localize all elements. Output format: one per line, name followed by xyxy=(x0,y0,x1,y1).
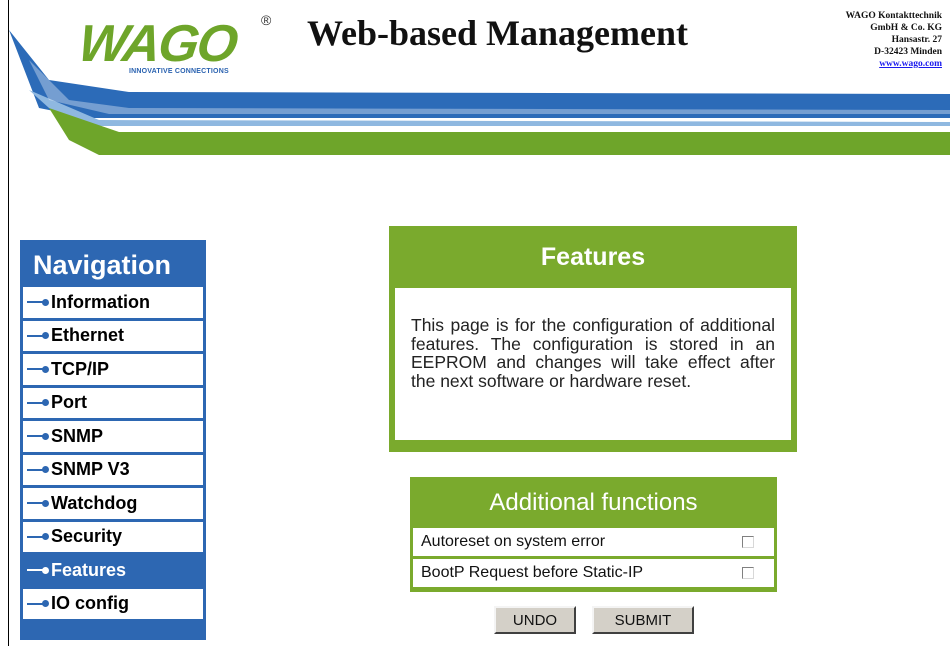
navigation-title: Navigation xyxy=(33,250,172,280)
address-line: Hansastr. 27 xyxy=(891,35,942,45)
nav-item-io-config[interactable]: IO config xyxy=(23,588,203,620)
features-description: This page is for the configuration of ad… xyxy=(395,288,791,440)
option-label: Autoreset on system error xyxy=(421,533,606,550)
nav-bullet-icon xyxy=(23,488,51,519)
address-line: WAGO Kontakttechnik xyxy=(845,11,942,21)
address-line: GmbH & Co. KG xyxy=(870,23,942,33)
company-address: WAGO Kontakttechnik GmbH & Co. KG Hansas… xyxy=(846,10,942,70)
address-line: D-32423 Minden xyxy=(874,47,942,57)
option-label: BootP Request before Static-IP xyxy=(421,564,644,581)
nav-bullet-icon xyxy=(23,555,51,586)
nav-item-label: TCP/IP xyxy=(51,358,110,379)
nav-item-label: Watchdog xyxy=(51,492,138,513)
bootp-checkbox[interactable] xyxy=(742,567,754,579)
autoreset-checkbox[interactable] xyxy=(742,536,754,548)
undo-button[interactable]: UNDO xyxy=(494,606,576,634)
nav-item-label: SNMP xyxy=(51,425,104,446)
app-title: Web-based Management xyxy=(307,13,688,53)
wago-logo[interactable]: WAGO ® INNOVATIVE CONNECTIONS xyxy=(75,12,279,80)
nav-bullet-icon xyxy=(23,388,51,419)
nav-item-snmp-v3[interactable]: SNMP V3 xyxy=(23,454,203,486)
nav-item-label: Security xyxy=(51,526,123,547)
nav-bullet-icon xyxy=(23,421,51,452)
nav-bullet-icon xyxy=(23,354,51,385)
header-banner: WAGO ® INNOVATIVE CONNECTIONS Web-based … xyxy=(9,0,950,160)
nav-item-information[interactable]: Information xyxy=(23,287,203,318)
navigation-panel: Navigation Information Ethernet TCP/IP P… xyxy=(20,240,206,640)
logo-wordmark: WAGO xyxy=(74,15,240,73)
option-row-bootp: BootP Request before Static-IP xyxy=(413,559,774,587)
nav-bullet-icon xyxy=(23,321,51,352)
nav-bullet-icon xyxy=(23,287,51,318)
additional-functions-title: Additional functions xyxy=(489,489,698,516)
nav-item-label: IO config xyxy=(51,593,129,614)
submit-button[interactable]: SUBMIT xyxy=(592,606,694,634)
option-row-autoreset: Autoreset on system error xyxy=(413,528,774,556)
nav-item-tcpip[interactable]: TCP/IP xyxy=(23,354,203,385)
nav-item-snmp[interactable]: SNMP xyxy=(23,421,203,452)
nav-item-ethernet[interactable]: Ethernet xyxy=(23,320,203,352)
website-link[interactable]: www.wago.com xyxy=(879,59,942,69)
nav-bullet-icon xyxy=(23,522,51,553)
nav-bullet-icon xyxy=(23,589,51,620)
registered-mark: ® xyxy=(261,12,272,28)
nav-item-label: Features xyxy=(51,559,127,580)
nav-item-label: SNMP V3 xyxy=(51,459,130,480)
additional-functions-panel: Additional functions Autoreset on system… xyxy=(410,477,777,592)
nav-item-watchdog[interactable]: Watchdog xyxy=(23,488,203,519)
features-title: Features xyxy=(540,243,646,271)
nav-item-port[interactable]: Port xyxy=(23,387,203,419)
features-panel: Features This page is for the configurat… xyxy=(389,226,797,452)
nav-bullet-icon xyxy=(23,455,51,486)
nav-item-label: Information xyxy=(51,291,150,312)
nav-item-features[interactable]: Features xyxy=(23,555,203,586)
logo-tagline: INNOVATIVE CONNECTIONS xyxy=(129,68,229,75)
nav-item-security[interactable]: Security xyxy=(23,521,203,553)
nav-item-label: Ethernet xyxy=(51,325,125,346)
nav-item-label: Port xyxy=(51,392,87,413)
